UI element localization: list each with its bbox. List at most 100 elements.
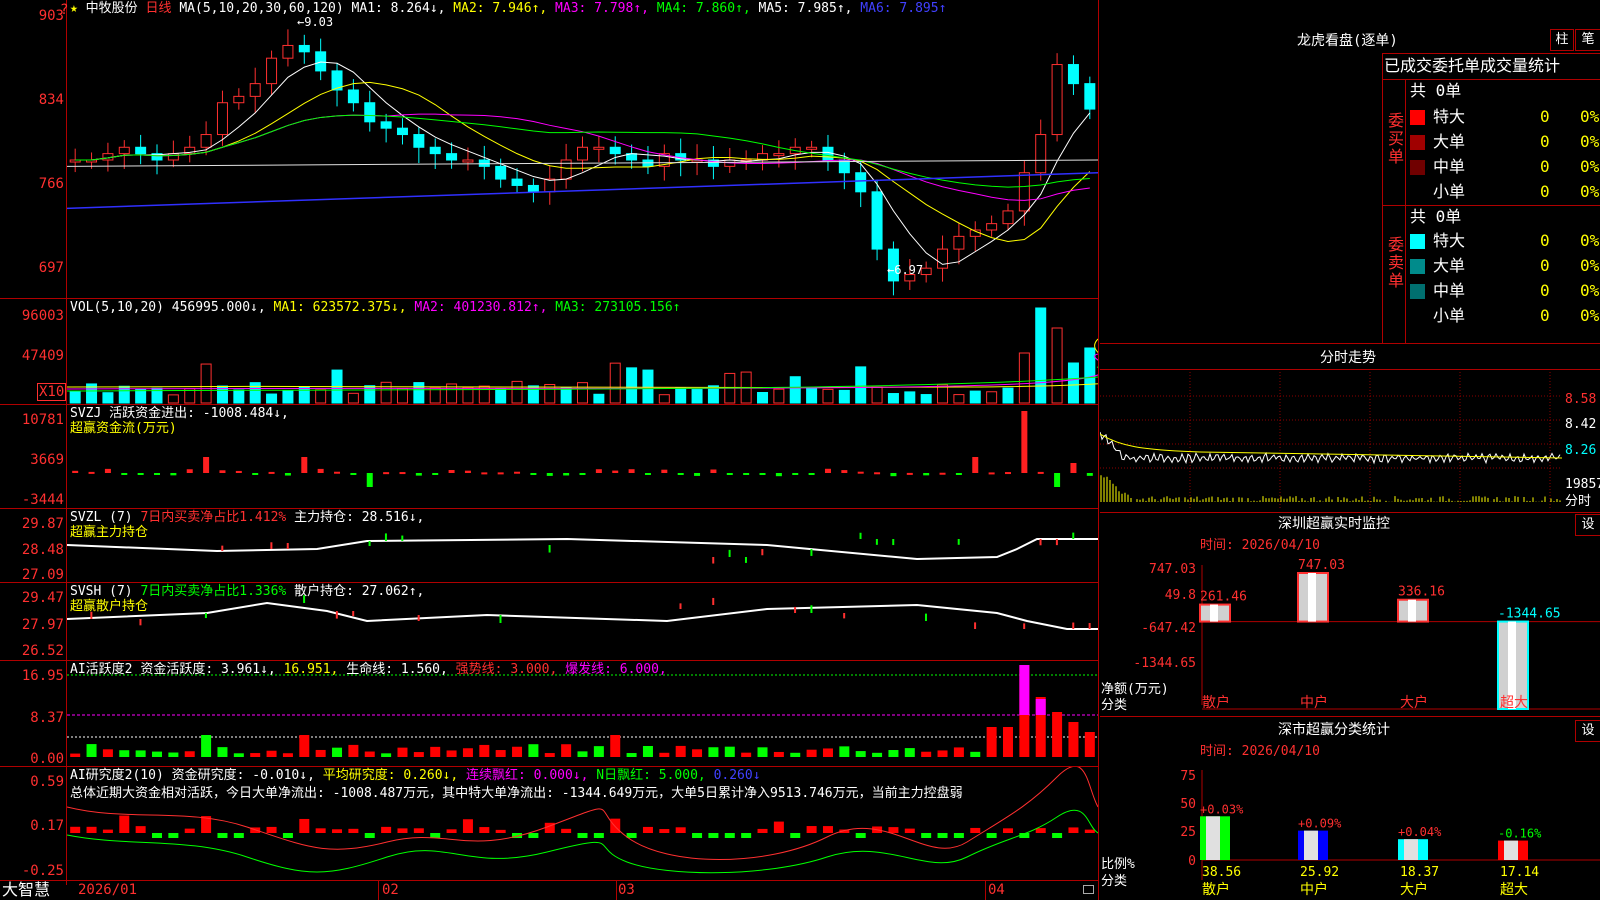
activity-bar [1084,732,1095,757]
buy-row: 特大 0 0% [1405,105,1600,129]
candle-body [806,146,818,150]
candle-body [266,57,278,85]
fund-flow-bar [1070,463,1077,473]
volume-bar [347,392,359,404]
sz-class-settings-button[interactable]: 设 [1575,720,1600,742]
fund-flow-bar [464,470,471,473]
period-label[interactable]: 日线 [146,1,172,16]
sz-class-tick: 25 [1180,825,1196,840]
tab-orders[interactable]: 委托单 [1432,56,1480,75]
volume-bar [593,393,605,404]
ai-research-summary: 总体近期大资金相对活跃，今日大单净流出: -1008.487万元，其中特大单净流… [70,786,963,801]
candle-body [249,83,261,97]
activity-bar [953,747,964,757]
activity-bar [397,747,408,757]
ai-research-chart[interactable] [67,767,1098,880]
activity-bar [561,744,572,757]
column-view-button[interactable]: 柱 [1550,29,1574,51]
volume-bar [266,393,278,404]
sz-monitor-tick: 747.03 [1149,562,1196,577]
fund-flow-bar [743,473,750,475]
volume-bar [953,394,965,404]
sell-row: 中单 0 0% [1405,279,1600,303]
fund-flow-bar [595,469,602,473]
activity-bar [610,735,621,757]
intraday-chart[interactable] [1100,372,1562,510]
svzj-sub: 超赢资金流(万元) [70,421,177,436]
ai-research-v5: 0.260↓ [713,768,761,783]
volume-bar [167,394,179,404]
sz-class-category: 大户 [1400,881,1428,898]
fund-flow-bar [121,473,128,475]
activity-bar [102,749,113,757]
activity-bar [904,748,915,757]
activity-bar [217,747,228,757]
fund-flow-bar [432,473,439,475]
volume-bar [609,362,621,404]
favorite-star-icon[interactable]: ★ [70,1,78,16]
fund-flow-bar [154,473,161,475]
sz-monitor-bar-highlight [1308,573,1316,622]
volume-bar [298,386,310,404]
fund-flow-bar [694,473,701,476]
sz-monitor-bar-label: 261.46 [1200,590,1247,605]
research-bar [413,828,424,833]
lock-icon[interactable] [1083,885,1094,894]
research-bar [102,829,113,833]
date-label-4: 04 [988,882,1005,898]
activity-bar [790,752,801,757]
color-swatch [1410,234,1425,249]
activity-bar [152,751,163,757]
ai-active-header: AI活跃度2 资金活跃度: 3.961↓, 16.951, 生命线: 1.560… [70,662,667,677]
candle-body [1035,134,1047,174]
volume-bar [822,388,834,404]
sell-name: 小单 [1433,306,1466,325]
fund-flow-bar [104,468,111,473]
volume-bar [626,367,638,404]
volume-bar [838,389,850,404]
sell-name: 中单 [1433,281,1466,300]
sz-monitor-settings-button[interactable]: 设 [1575,514,1600,536]
candle-body [1051,64,1063,136]
buy-percent: 0% [1580,132,1600,151]
sz-monitor-category: 大户 [1400,694,1428,711]
activity-bar [512,746,523,757]
activity-bar [86,744,97,757]
research-bar [937,833,948,838]
fund-flow-bar [334,471,341,474]
sz-monitor-chart[interactable]: 747.03 49.8 -647.42 -1344.65 261.46 散户 747.03 中… [1100,555,1600,715]
svzj-axis-3: -3444 [21,492,64,508]
sz-class-category: 中户 [1300,881,1328,898]
sell-total: 共 0单 [1410,207,1462,226]
activity-bar-explosive [1035,699,1046,715]
volume-bar [102,392,114,404]
fund-flow-bar [792,473,799,475]
price-axis-1: 903 [38,8,64,24]
volume-bar [1018,352,1030,404]
research-bar [1035,828,1046,833]
candle-body [527,184,539,193]
tab-volume-stats[interactable]: 成交量统计 [1480,56,1560,75]
brand-logo[interactable]: 大智慧 [2,881,50,899]
sz-class-ylabel: 比例% [1101,857,1135,872]
activity-bar [544,753,555,757]
ma3-value: MA3: 7.798↑, [555,1,649,16]
vol-unit[interactable]: X10 [37,383,67,401]
buy-percent: 0% [1580,157,1600,176]
tick-view-button[interactable]: 笔 [1575,29,1600,51]
volume-bar [855,366,867,404]
candle-body [298,44,310,53]
svzj-title: SVZJ [70,406,102,421]
sz-class-chart[interactable]: 75 50 25 0 +0.03% 38.56散户 +0.09% 25.92中户 +0.04% 1… [1100,760,1600,900]
intraday-avg-line [1100,433,1562,459]
intraday-axis-1: 8.58 [1565,392,1597,407]
research-bar [1052,833,1063,838]
volume-bar [249,382,261,404]
fund-flow-bar [72,470,79,473]
tab-filled[interactable]: 已成交 [1384,56,1432,75]
kline-chart[interactable] [67,0,1098,298]
sz-class-tick: 50 [1180,797,1196,812]
buy-name: 小单 [1433,182,1466,201]
fund-flow-bar [890,473,897,477]
ai-active-v2: 16.951, [283,662,339,677]
